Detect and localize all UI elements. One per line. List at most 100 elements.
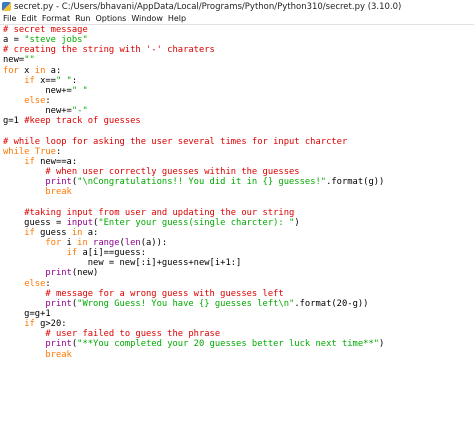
code-line[interactable]: print("**You completed your 20 guesses b… <box>0 339 474 349</box>
code-line[interactable]: new+="-" <box>0 106 474 116</box>
code-token: True <box>34 146 56 157</box>
code-token: if <box>66 248 78 259</box>
code-token: for <box>3 65 19 76</box>
code-token: "Enter your guess(single charcter): " <box>98 217 295 228</box>
code-line[interactable]: # secret message <box>0 25 474 35</box>
code-line[interactable]: if g>20: <box>0 319 474 329</box>
code-token: .format(20-g)) <box>294 298 369 309</box>
code-line[interactable] <box>0 126 474 136</box>
code-line[interactable]: g=1 #keep track of guesses <box>0 116 474 126</box>
code-line[interactable]: #taking input from user and updating the… <box>0 208 474 218</box>
code-token: : <box>71 75 78 86</box>
code-token: i <box>61 237 78 248</box>
code-line[interactable] <box>0 197 474 207</box>
code-line[interactable]: # message for a wrong guess with guesses… <box>0 289 474 299</box>
code-token: : <box>45 95 51 106</box>
code-line[interactable]: print(new) <box>0 268 474 278</box>
code-token: g=g+1 <box>3 308 51 319</box>
code-token: new = new[:i]+guess+new[i+1:] <box>3 258 242 269</box>
code-line[interactable]: # user failed to guess the phrase <box>0 329 474 339</box>
code-token: "steve jobs" <box>24 35 88 46</box>
code-line[interactable]: new+=" " <box>0 86 474 96</box>
code-line[interactable]: print("\nCongratulations!! You did it in… <box>0 177 474 187</box>
code-line[interactable]: if x==" ": <box>0 76 474 86</box>
code-token: in <box>34 65 46 76</box>
code-token: len <box>124 237 141 248</box>
code-token: : <box>45 278 51 289</box>
code-line[interactable]: if new==a: <box>0 157 474 167</box>
menu-file[interactable]: File <box>0 14 16 23</box>
code-token: "" <box>24 55 35 66</box>
code-line[interactable]: guess = input("Enter your guess(single c… <box>0 218 474 228</box>
code-token: "\nCongratulations!! You did it in {} gu… <box>77 177 327 188</box>
code-token: else <box>24 95 46 106</box>
code-token: print <box>45 268 72 279</box>
menu-edit[interactable]: Edit <box>16 14 37 23</box>
code-editor[interactable]: # secret message a = "steve jobs" # creati… <box>0 25 474 423</box>
code-line[interactable]: new="" <box>0 55 474 65</box>
code-token: "Wrong Guess! You have {} guesses left\n… <box>77 298 295 309</box>
code-token: x <box>18 65 35 76</box>
code-line[interactable]: # creating the string with '-' charaters <box>0 45 474 55</box>
code-line[interactable]: for x in a: <box>0 66 474 76</box>
menu-format[interactable]: Format <box>37 14 70 23</box>
menu-bar: File Edit Format Run Options Window Help <box>0 13 474 25</box>
code-line[interactable]: new = new[:i]+guess+new[i+1:] <box>0 258 474 268</box>
code-token: break <box>45 349 72 360</box>
code-token: (a)): <box>140 237 168 248</box>
code-token: # when user correctly guesses within the… <box>45 166 300 177</box>
code-token: new= <box>3 55 25 66</box>
code-line[interactable]: for i in range(len(a)): <box>0 238 474 248</box>
code-line[interactable]: else: <box>0 279 474 289</box>
code-token: while <box>3 146 30 157</box>
code-token: "-" <box>71 106 88 117</box>
code-token: g=1 <box>3 116 25 127</box>
code-token: print <box>45 177 72 188</box>
code-token: a: <box>82 227 99 238</box>
code-token: in <box>77 237 88 248</box>
menu-window[interactable]: Window <box>126 14 163 23</box>
code-line[interactable]: if a[i]==guess: <box>0 248 474 258</box>
code-token: a: <box>45 65 62 76</box>
code-token: guess <box>34 227 72 238</box>
code-token: (new) <box>71 268 99 279</box>
code-token: " " <box>71 85 88 96</box>
code-token: g>20: <box>34 319 67 330</box>
code-token: range <box>93 237 120 248</box>
code-token: new+= <box>3 85 72 96</box>
code-line[interactable]: while True: <box>0 147 474 157</box>
code-line[interactable]: print("Wrong Guess! You have {} guesses … <box>0 299 474 309</box>
code-token: x== <box>34 75 56 86</box>
code-line[interactable]: a = "steve jobs" <box>0 35 474 45</box>
code-token: input <box>66 217 94 228</box>
code-line[interactable]: break <box>0 350 474 360</box>
menu-help[interactable]: Help <box>163 14 186 23</box>
code-token: print <box>45 298 72 309</box>
code-token: # user failed to guess the phrase <box>45 329 221 340</box>
code-token: ) <box>294 217 300 228</box>
menu-options[interactable]: Options <box>90 14 126 23</box>
title-bar: secret.py - C:/Users/bhavani/AppData/Loc… <box>0 0 474 13</box>
code-token: #keep track of guesses <box>24 116 141 127</box>
code-line[interactable]: if guess in a: <box>0 228 474 238</box>
code-line[interactable]: # while loop for asking the user several… <box>0 137 474 147</box>
code-token: guess = <box>3 217 67 228</box>
python-idle-icon <box>2 2 11 11</box>
code-line[interactable]: else: <box>0 96 474 106</box>
code-line[interactable]: # when user correctly guesses within the… <box>0 167 474 177</box>
code-token: "**You completed your 20 guesses better … <box>77 339 380 350</box>
code-line[interactable]: g=g+1 <box>0 309 474 319</box>
menu-run[interactable]: Run <box>70 14 90 23</box>
code-line[interactable]: break <box>0 187 474 197</box>
